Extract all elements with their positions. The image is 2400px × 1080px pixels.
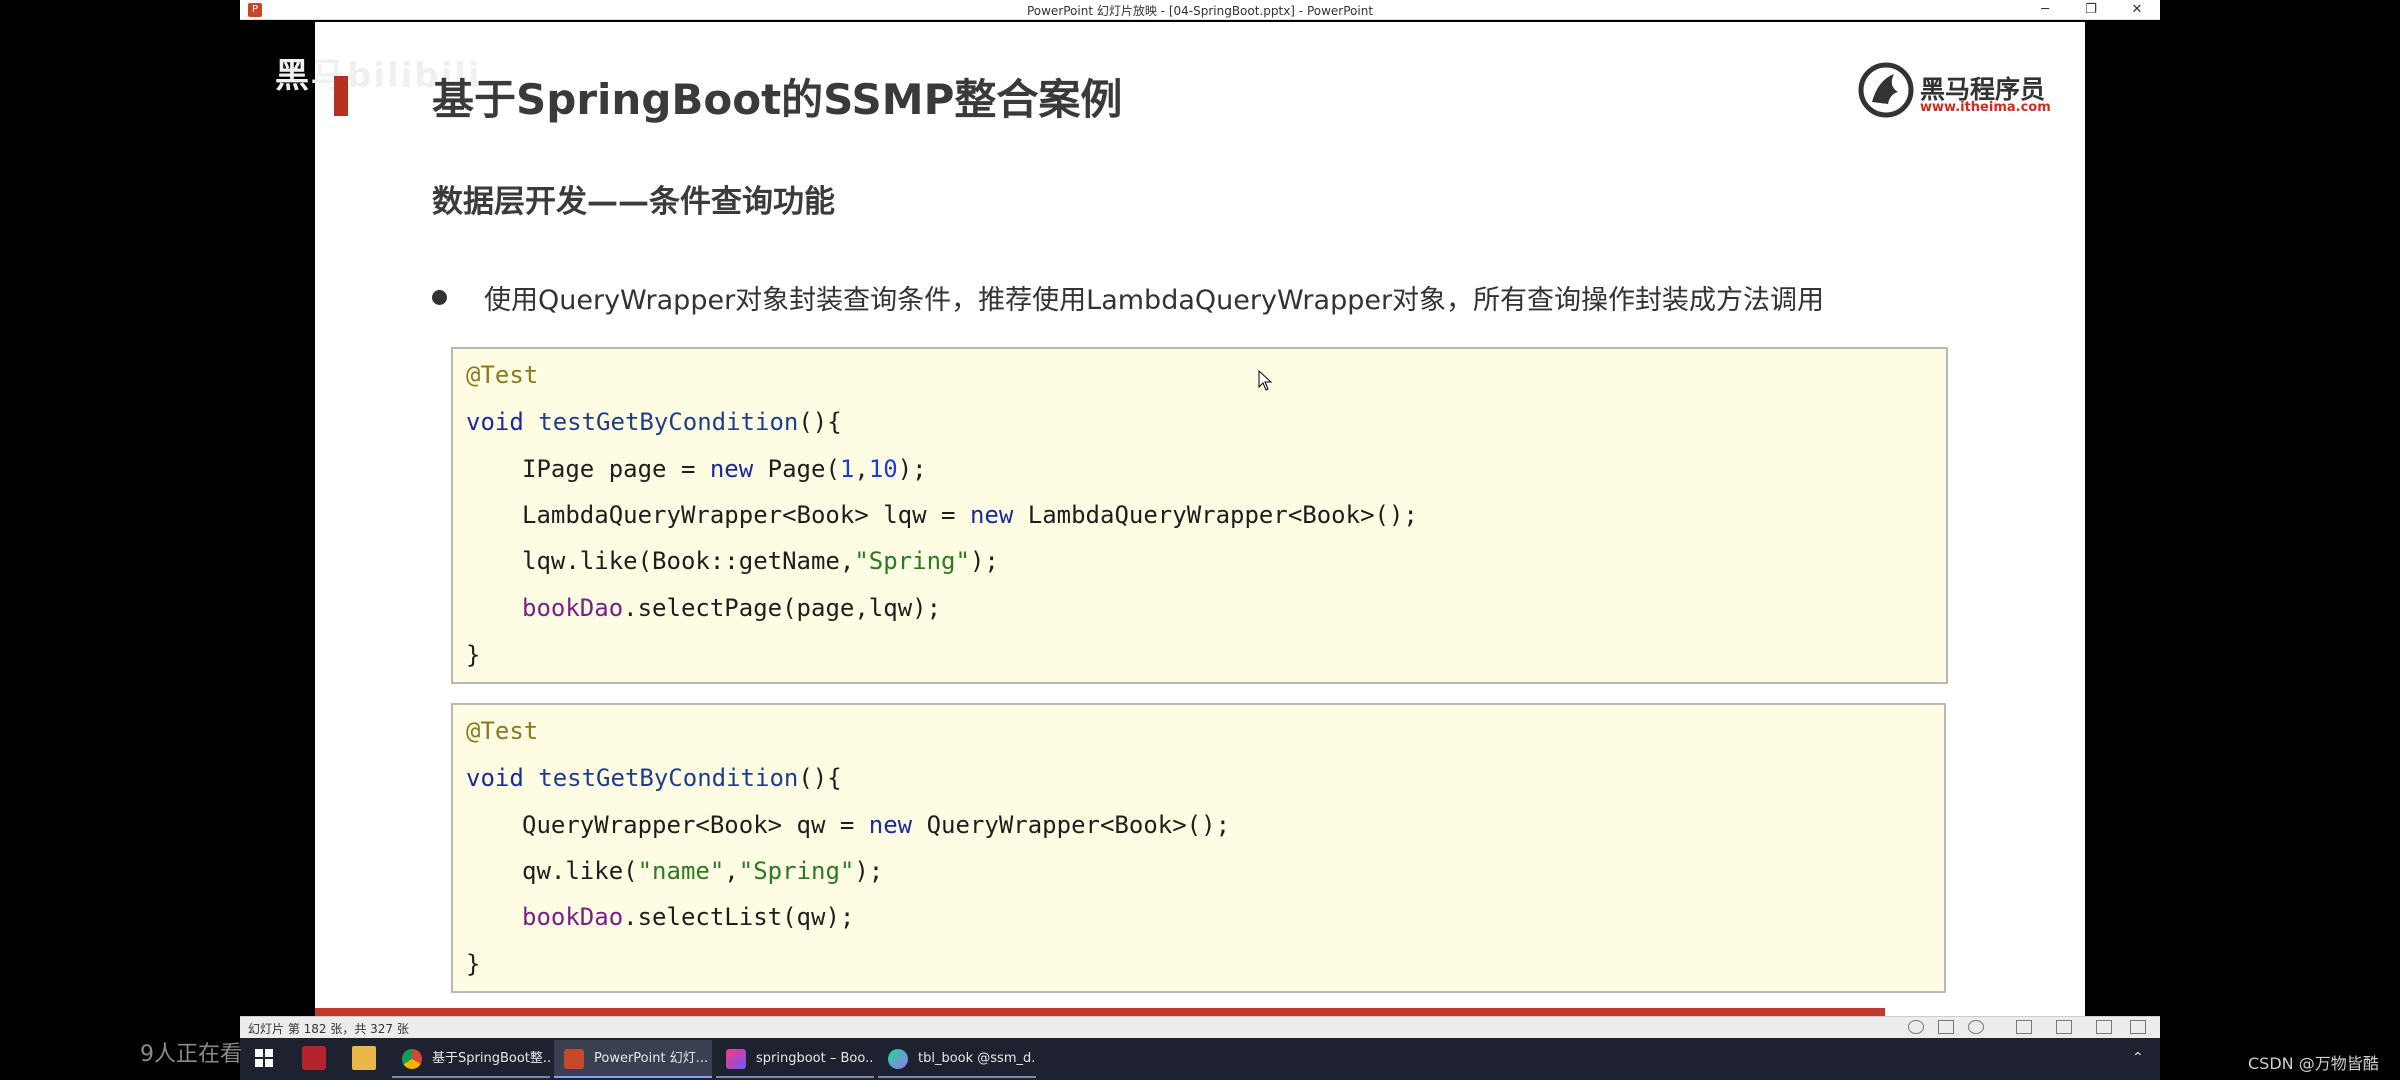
taskbar-item-label: tbl_book @ssm_d... (918, 1051, 1036, 1066)
code-line: void testGetByCondition(){ (466, 764, 842, 792)
csdn-watermark: CSDN @万物皆酷 (2248, 1054, 2379, 1073)
slide-title: 基于SpringBoot的SSMP整合案例 (432, 75, 1123, 124)
next-slide-icon[interactable] (1968, 1020, 1984, 1034)
window-title-bar: PowerPoint 幻灯片放映 - [04-SpringBoot.pptx] … (240, 0, 2160, 20)
slide-subtitle: 数据层开发——条件查询功能 (432, 184, 835, 220)
code-line: IPage page = new Page(1,10); (522, 455, 927, 483)
previous-slide-icon[interactable] (1908, 1020, 1924, 1034)
code-line: void testGetByCondition(){ (466, 408, 842, 436)
intellij-icon (726, 1049, 746, 1069)
datagrip-icon (888, 1049, 908, 1069)
powerpoint-icon (564, 1049, 584, 1069)
powerpoint-app-icon[interactable]: P (248, 3, 262, 17)
code-line: qw.like("name","Spring"); (522, 857, 884, 885)
code-block-query-wrapper: @Test void testGetByCondition(){ QueryWr… (451, 703, 1946, 993)
normal-view-icon[interactable] (2016, 1020, 2032, 1034)
taskbar-item-intellij[interactable]: springboot – Boo... (716, 1040, 874, 1078)
code-line: } (466, 641, 481, 669)
window-title: PowerPoint 幻灯片放映 - [04-SpringBoot.pptx] … (1026, 4, 1374, 18)
taskbar-item-datagrip[interactable]: tbl_book @ssm_d... (878, 1040, 1036, 1078)
close-button[interactable]: ✕ (2114, 0, 2160, 20)
file-explorer-icon[interactable] (352, 1046, 376, 1070)
chevron-up-icon[interactable]: ⌃ (2132, 1050, 2144, 1066)
taskbar-item-powerpoint[interactable]: PowerPoint 幻灯... (554, 1040, 712, 1078)
slide-counter: 幻灯片 第 182 张，共 327 张 (248, 1022, 409, 1036)
taskbar-item-label: PowerPoint 幻灯... (594, 1051, 709, 1066)
code-line: @Test (466, 361, 539, 389)
minimize-button[interactable]: ─ (2022, 0, 2068, 20)
code-line: bookDao.selectPage(page,lqw); (522, 594, 942, 622)
code-line: } (466, 950, 481, 978)
code-line: @Test (466, 717, 539, 745)
windows-start-icon[interactable] (252, 1046, 276, 1070)
code-line: bookDao.selectList(qw); (522, 903, 855, 931)
code-line: QueryWrapper<Book> qw = new QueryWrapper… (522, 811, 1231, 839)
restore-button[interactable]: ❐ (2068, 0, 2114, 20)
code-line: lqw.like(Book::getName,"Spring"); (522, 547, 999, 575)
status-bar (240, 1016, 2160, 1038)
viewers-icon (98, 1036, 128, 1066)
taskbar-item-label: springboot – Boo... (756, 1051, 874, 1066)
slide-sorter-icon[interactable] (2056, 1020, 2072, 1034)
bullet-icon (432, 290, 447, 305)
title-accent-bar (334, 76, 348, 116)
mouse-cursor-icon (1258, 370, 1273, 391)
taskbar-item-chrome[interactable]: 基于SpringBoot整... (392, 1040, 550, 1078)
code-block-lambda: @Test void testGetByCondition(){ IPage p… (451, 347, 1948, 684)
logo-url: www.itheima.com (1920, 100, 2051, 115)
viewer-count: 9人正在看 (140, 1042, 242, 1067)
chrome-icon (402, 1049, 422, 1069)
taskbar-item-label: 基于SpringBoot整... (432, 1051, 550, 1066)
bullet-text: 使用QueryWrapper对象封装查询条件，推荐使用LambdaQueryWr… (484, 285, 1825, 316)
app-pinned-icon[interactable] (302, 1046, 326, 1070)
code-line: LambdaQueryWrapper<Book> lqw = new Lambd… (522, 501, 1418, 529)
pause-icon[interactable] (1938, 1020, 1954, 1034)
reading-view-icon[interactable] (2096, 1020, 2112, 1034)
slideshow-view-icon[interactable] (2130, 1020, 2146, 1034)
